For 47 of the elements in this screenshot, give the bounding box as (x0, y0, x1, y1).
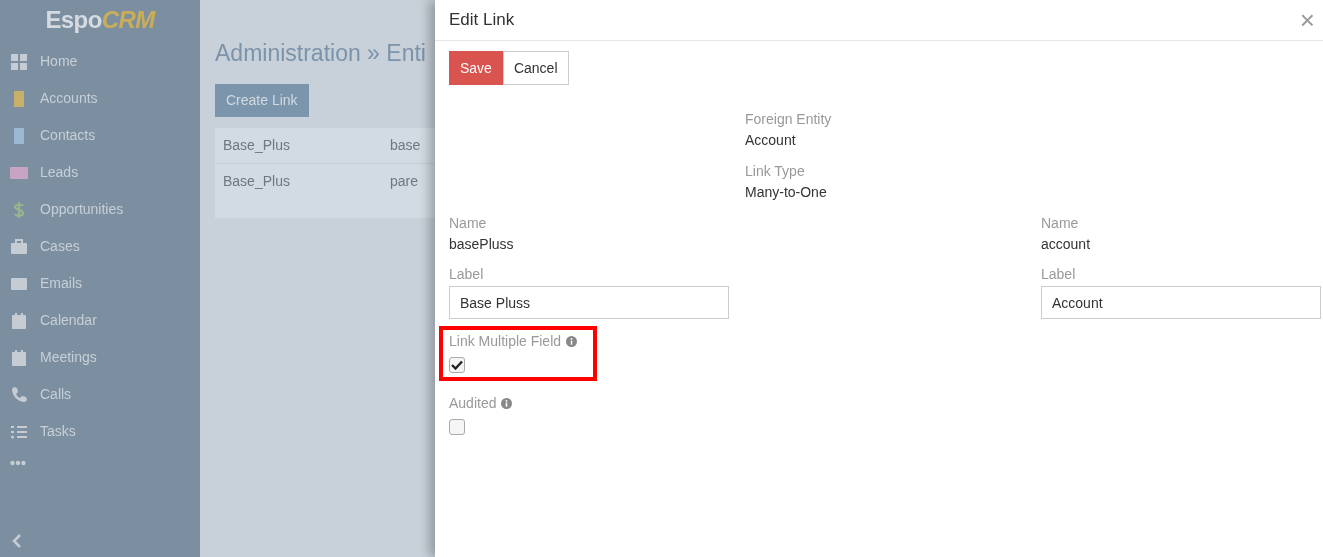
close-button[interactable]: × (1295, 7, 1319, 33)
field-value: account (1041, 235, 1092, 254)
sidebar-item[interactable]: Meetings (0, 339, 200, 376)
input-field[interactable]: Account (1041, 286, 1321, 319)
briefcase-icon (10, 237, 28, 256)
page-title: Administration » Enti (215, 39, 427, 68)
modal-title: Edit Link (449, 9, 515, 32)
table-cell-text: pare (390, 172, 419, 191)
logo-text: CRM (101, 5, 155, 35)
sidebar-item[interactable]: Accounts (0, 80, 200, 117)
field-label: Link Multiple Field (449, 332, 562, 351)
field-label: Foreign Entity (745, 110, 832, 129)
field-value: Account (745, 131, 797, 150)
field-label: Audited (449, 394, 497, 413)
cancel-button[interactable]: Cancel (502, 51, 569, 85)
field-label: Label (1041, 265, 1077, 284)
info-icon[interactable] (566, 336, 578, 347)
table-cell-text: Base_Plus (222, 135, 291, 155)
more-icon[interactable] (10, 460, 26, 466)
calendar-icon (10, 311, 28, 330)
info-icon[interactable] (501, 398, 513, 409)
chevron-left-icon[interactable] (12, 533, 22, 549)
sidebar-item[interactable]: Calls (0, 376, 200, 413)
checkbox[interactable] (449, 357, 465, 373)
input-field[interactable]: Base Pluss (449, 286, 729, 319)
sidebar-item[interactable]: Cases (0, 228, 200, 265)
checkbox[interactable] (449, 419, 465, 435)
field-label: Label (449, 265, 485, 284)
table-cell-text: base (390, 135, 421, 155)
sidebar-item[interactable]: Leads (0, 154, 200, 191)
save-button[interactable]: Save (449, 51, 503, 85)
sidebar-item[interactable]: Tasks (0, 413, 200, 450)
field-label: Name (1041, 214, 1080, 233)
sidebar-item[interactable]: Calendar (0, 302, 200, 339)
field-value: Many-to-One (745, 183, 828, 202)
create-link-button[interactable]: Create Link (215, 83, 309, 117)
phone-icon (10, 385, 28, 404)
field-label: Name (449, 214, 488, 233)
sidebar-item[interactable]: Opportunities (0, 191, 200, 228)
sidebar-item[interactable]: Emails (0, 265, 200, 302)
table-cell-text: Base_Plus (222, 172, 291, 191)
field-label: Link Type (745, 162, 806, 181)
field-value: basePluss (449, 235, 515, 254)
grid-icon (10, 52, 28, 71)
sidebar-item[interactable]: Contacts (0, 117, 200, 154)
sidebar-item[interactable]: Home (0, 43, 200, 80)
logo-text: Espo (45, 5, 102, 35)
